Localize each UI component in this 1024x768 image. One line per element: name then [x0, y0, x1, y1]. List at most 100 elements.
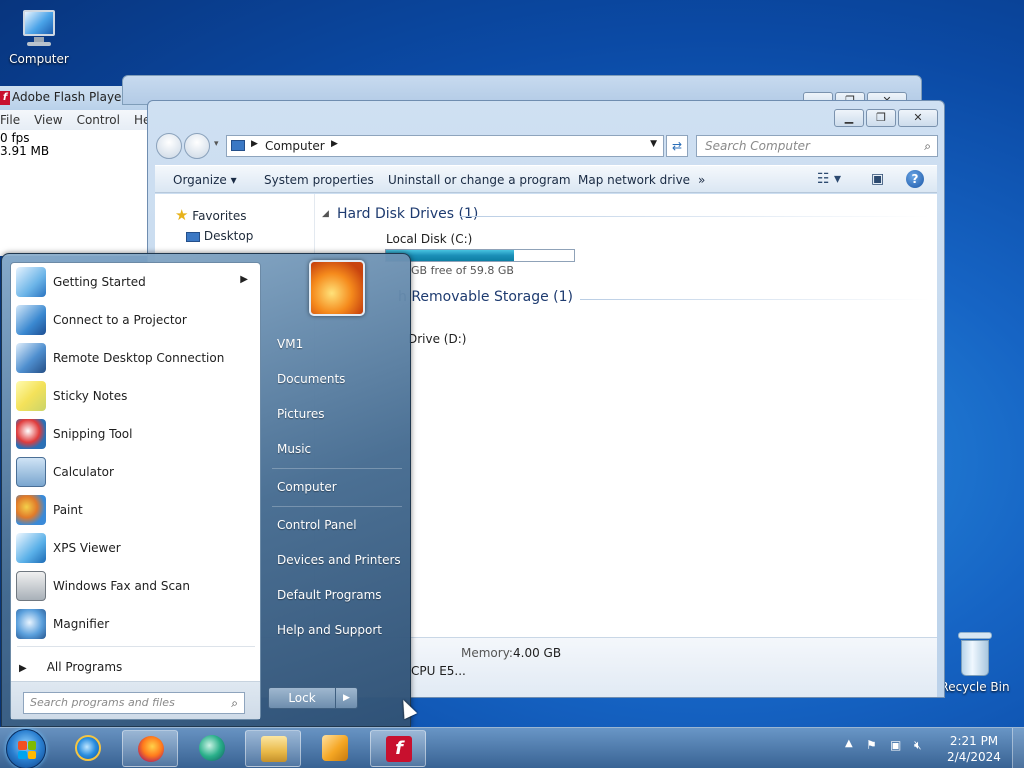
start-menu: Getting Started ▶ Connect to a Projector…	[1, 253, 411, 727]
paint-icon	[16, 495, 46, 525]
desktop-icon	[186, 231, 200, 242]
organize-button[interactable]: Organize ▾	[173, 173, 237, 187]
taskbar-app-globe[interactable]	[184, 730, 240, 767]
minimize-button[interactable]: ▁	[834, 109, 864, 127]
start-programs-pane: Getting Started ▶ Connect to a Projector…	[10, 262, 261, 720]
xps-viewer-icon	[16, 533, 46, 563]
internet-explorer-icon	[75, 735, 101, 761]
start-item-default-programs[interactable]: Default Programs	[277, 588, 382, 602]
taskbar-windows-explorer[interactable]	[245, 730, 301, 767]
program-getting-started[interactable]: Getting Started ▶	[11, 264, 260, 300]
command-bar: Organize ▾ System properties Uninstall o…	[155, 165, 937, 193]
program-magnifier[interactable]: Magnifier	[11, 606, 260, 642]
start-item-user[interactable]: VM1	[277, 337, 303, 351]
clock-time: 2:21 PM	[949, 734, 999, 748]
program-xps-viewer[interactable]: XPS Viewer	[11, 530, 260, 566]
search-icon[interactable]: ⌕	[231, 696, 238, 711]
start-search-input[interactable]: Search programs and files ⌕	[23, 692, 245, 714]
remote-desktop-icon	[16, 343, 46, 373]
memory-label: Memory:	[461, 646, 513, 660]
recent-pages-icon[interactable]: ▾	[214, 139, 219, 149]
flash-menu-control[interactable]: Control	[77, 113, 120, 130]
star-icon: ★	[175, 206, 189, 224]
start-item-help-support[interactable]: Help and Support	[277, 623, 382, 637]
program-fax-scan[interactable]: Windows Fax and Scan	[11, 568, 260, 604]
firefox-icon	[138, 736, 164, 762]
clock-date: 2/4/2024	[947, 750, 1001, 764]
collapse-arrow-icon[interactable]: ◢	[322, 209, 329, 219]
start-button[interactable]	[6, 729, 46, 768]
nav-favorites[interactable]: ★ Favorites	[175, 206, 247, 224]
flash-player-window[interactable]: f Adobe Flash Player 11 File View Contro…	[0, 86, 161, 256]
start-item-pictures[interactable]: Pictures	[277, 407, 325, 421]
flash-memory: 3.91 MB	[0, 144, 50, 158]
preview-pane-icon[interactable]: ▣	[871, 171, 884, 187]
address-row: ▾ ▶ Computer ▶ ▼ ⇄ Search Computer ⌕	[156, 133, 938, 159]
taskbar-flash-player[interactable]: f	[370, 730, 426, 767]
program-connect-projector[interactable]: Connect to a Projector	[11, 302, 260, 338]
search-input[interactable]: Search Computer ⌕	[696, 135, 938, 157]
start-item-devices-printers[interactable]: Devices and Printers	[277, 553, 401, 567]
taskbar-firefox[interactable]	[122, 730, 178, 767]
globe-app-icon	[199, 735, 225, 761]
start-item-computer[interactable]: Computer	[277, 480, 337, 494]
maximize-button[interactable]: ❐	[866, 109, 896, 127]
flash-menu-file[interactable]: File	[0, 113, 20, 130]
close-button[interactable]: ✕	[898, 109, 938, 127]
memory-value: 4.00 GB	[513, 646, 562, 660]
back-button[interactable]	[156, 133, 182, 159]
hard-disk-header[interactable]: Hard Disk Drives (1)	[337, 206, 478, 222]
lock-button[interactable]: Lock	[268, 687, 336, 709]
desktop-icon-recycle-bin[interactable]: Recycle Bin	[937, 632, 1013, 694]
media-player-icon	[322, 735, 348, 761]
breadcrumb-arrow-icon[interactable]: ▶	[251, 139, 258, 149]
flash-stats: 0 fps 3.91 MB	[0, 130, 160, 158]
help-icon[interactable]: ?	[906, 170, 924, 188]
forward-button[interactable]	[184, 133, 210, 159]
address-text[interactable]: Computer	[265, 139, 325, 153]
map-network-drive-button[interactable]: Map network drive	[578, 173, 690, 187]
flash-menu-view[interactable]: View	[34, 113, 62, 130]
taskbar-internet-explorer[interactable]	[60, 730, 116, 767]
folder-icon	[261, 736, 287, 762]
taskbar-media-player[interactable]	[307, 730, 363, 767]
show-desktop-button[interactable]	[1012, 728, 1024, 768]
search-placeholder: Search Computer	[705, 139, 810, 153]
removable-storage-header[interactable]: h Removable Storage (1)	[398, 289, 573, 305]
start-item-documents[interactable]: Documents	[277, 372, 345, 386]
show-hidden-icons-icon[interactable]: ▲	[845, 738, 853, 749]
network-icon[interactable]: ▣	[890, 738, 901, 752]
system-properties-button[interactable]: System properties	[264, 173, 374, 187]
start-item-music[interactable]: Music	[277, 442, 311, 456]
snipping-tool-icon	[16, 419, 46, 449]
action-center-flag-icon[interactable]: ⚑	[866, 738, 877, 752]
breadcrumb-arrow-icon[interactable]: ▶	[331, 139, 338, 149]
submenu-arrow-icon: ▶	[240, 274, 248, 285]
desktop-icon-computer[interactable]: Computer	[1, 10, 77, 66]
all-programs-button[interactable]: ▶ All Programs	[19, 660, 122, 674]
uninstall-program-button[interactable]: Uninstall or change a program	[388, 173, 571, 187]
all-programs-arrow-icon: ▶	[19, 663, 27, 674]
drive-d-label[interactable]: Drive (D:)	[408, 332, 466, 346]
program-sticky-notes[interactable]: Sticky Notes	[11, 378, 260, 414]
system-clock[interactable]: 2:21 PM 2/4/2024	[944, 733, 1004, 765]
program-paint[interactable]: Paint	[11, 492, 260, 528]
program-snipping-tool[interactable]: Snipping Tool	[11, 416, 260, 452]
view-options-icon[interactable]: ☷ ▾	[817, 171, 841, 187]
recycle-bin-icon	[958, 632, 992, 676]
start-item-control-panel[interactable]: Control Panel	[277, 518, 357, 532]
more-commands-button[interactable]: »	[698, 173, 705, 187]
address-dropdown-icon[interactable]: ▼	[650, 139, 657, 149]
program-remote-desktop[interactable]: Remote Desktop Connection	[11, 340, 260, 376]
user-picture[interactable]	[309, 260, 365, 316]
sticky-notes-icon	[16, 381, 46, 411]
nav-desktop[interactable]: Desktop	[186, 229, 253, 243]
address-bar[interactable]: ▶ Computer ▶ ▼	[226, 135, 664, 157]
local-disk-label[interactable]: Local Disk (C:)	[386, 232, 472, 246]
refresh-button[interactable]: ⇄	[666, 135, 688, 157]
start-search-area: Search programs and files ⌕	[11, 681, 260, 719]
program-calculator[interactable]: Calculator	[11, 454, 260, 490]
volume-muted-icon[interactable]: 🔇︎	[914, 738, 922, 753]
search-icon[interactable]: ⌕	[924, 139, 931, 154]
shutdown-options-arrow-icon[interactable]: ▶	[336, 687, 358, 709]
